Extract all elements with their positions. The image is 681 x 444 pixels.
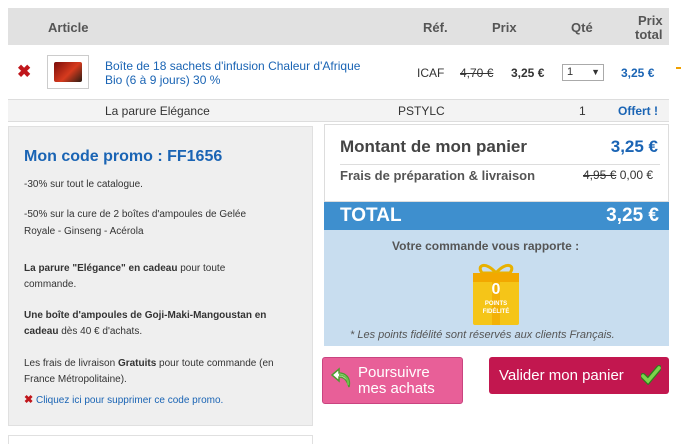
basket-amount-value: 3,25 € — [610, 137, 658, 156]
gift-item-total: Offert ! — [618, 104, 658, 118]
checkmark-icon — [641, 365, 661, 385]
continue-label-2: mes achats — [358, 380, 435, 397]
header-ref: Réf. — [423, 20, 448, 35]
product-link[interactable]: Boîte de 18 sachets d'infusion Chaleur d… — [105, 59, 380, 87]
cart-table-header: Article Réf. Prix Qté Prix total — [8, 8, 669, 45]
promo-text: pour toute commande (en — [156, 358, 274, 369]
header-qte: Qté — [571, 20, 593, 35]
promo-code-panel: Mon code promo : FF1656 -30% sur tout le… — [8, 126, 313, 426]
validate-cart-button[interactable]: Valider mon panier — [489, 357, 669, 394]
promo-bold: Une boîte d'ampoules de Goji-Maki-Mangou… — [24, 310, 267, 321]
divider — [340, 164, 660, 165]
promo-line: La parure "Elégance" en cadeau pour tout… — [24, 261, 304, 276]
continue-label-1: Poursuivre — [358, 364, 430, 381]
total-value: 3,25 € — [606, 205, 659, 226]
remove-promo-text: Cliquez ici pour supprimer ce code promo… — [36, 395, 224, 406]
points-label: POINTS — [484, 301, 508, 307]
validate-label: Valider mon panier — [499, 367, 624, 384]
loyalty-points-panel: Votre commande vous rapporte : 0 POINTS … — [324, 230, 669, 346]
quantity-value: 1 — [567, 66, 574, 78]
points-label: FIDÉLITÉ — [482, 309, 510, 315]
basket-summary: Montant de mon panier 3,25 € Frais de pr… — [324, 124, 669, 202]
promo-title: Mon code promo : FF1656 — [24, 148, 223, 165]
points-value: 0 — [491, 281, 501, 298]
chevron-down-icon: ▼ — [591, 67, 600, 77]
header-article: Article — [48, 20, 89, 35]
product-old-price: 4,70 € — [460, 66, 494, 80]
gift-item-qty: 1 — [579, 104, 586, 118]
promo-line: Une boîte d'ampoules de Goji-Maki-Mangou… — [24, 308, 304, 323]
promo-line: -50% sur la cure de 2 boîtes d'ampoules … — [24, 209, 247, 220]
promo-bold: cadeau — [24, 326, 59, 337]
shipping-values: 4,95 € 0,00 € — [583, 168, 653, 182]
total-bar: TOTAL 3,25 € — [324, 202, 669, 230]
remove-promo-link[interactable]: ✖ Cliquez ici pour supprimer ce code pro… — [24, 393, 304, 408]
header-prix-total-2: total — [635, 27, 663, 42]
promo-line: -30% sur tout le catalogue. — [24, 179, 143, 190]
gift-icon: 0 POINTS FIDÉLITÉ — [470, 261, 522, 326]
secondary-panel — [8, 435, 313, 444]
shipping-label: Frais de préparation & livraison — [340, 168, 536, 183]
header-prix: Prix — [492, 20, 517, 35]
basket-amount-label: Montant de mon panier — [340, 137, 527, 156]
promo-line: France Métropolitaine). — [24, 374, 127, 385]
edge-marker — [676, 67, 681, 69]
gift-item-name: La parure Elégance — [105, 104, 210, 118]
product-ref: ICAF — [417, 66, 445, 80]
promo-text: dès 40 € d'achats. — [58, 326, 143, 337]
shipping-old-price: 4,95 € — [583, 168, 617, 182]
product-thumbnail[interactable] — [47, 55, 89, 89]
shipping-price: 0,00 € — [619, 168, 654, 182]
promo-line: Royale - Ginseng - Acérola — [24, 226, 144, 237]
gift-item-ref: PSTYLC — [398, 104, 445, 118]
promo-bold: La parure "Elégance" en cadeau — [24, 263, 178, 274]
remove-item-icon[interactable]: ✖ — [17, 62, 31, 82]
product-price: 3,25 € — [511, 66, 545, 80]
back-arrow-icon — [331, 367, 351, 388]
total-label: TOTAL — [340, 205, 402, 226]
points-note: * Les points fidélité sont réservés aux … — [350, 329, 615, 341]
cart-page: Article Réf. Prix Qté Prix total ✖ Boîte… — [0, 0, 681, 444]
quantity-select[interactable]: 1 ▼ — [562, 64, 604, 81]
cart-row: ✖ Boîte de 18 sachets d'infusion Chaleur… — [8, 46, 669, 100]
promo-text: pour toute — [177, 263, 226, 274]
line-total: 3,25 € — [621, 66, 655, 80]
promo-bold: Gratuits — [117, 358, 157, 369]
cart-row: La parure Elégance PSTYLC 1 Offert ! — [8, 100, 669, 122]
promo-text: Les frais de livraison — [24, 358, 118, 369]
close-icon: ✖ — [24, 394, 34, 406]
continue-shopping-button[interactable]: Poursuivre mes achats — [322, 357, 463, 404]
promo-line: cadeau dès 40 € d'achats. — [24, 324, 304, 339]
header-prix-total-1: Prix — [638, 13, 663, 28]
promo-line: Les frais de livraison Gratuits pour tou… — [24, 356, 304, 371]
promo-line: commande. — [24, 279, 77, 290]
product-name-line1: Boîte de 18 sachets d'infusion Chaleur d… — [105, 59, 361, 73]
reward-text: Votre commande vous rapporte : — [392, 239, 580, 253]
product-name-line2: Bio (6 à 9 jours) 30 % — [105, 73, 221, 87]
